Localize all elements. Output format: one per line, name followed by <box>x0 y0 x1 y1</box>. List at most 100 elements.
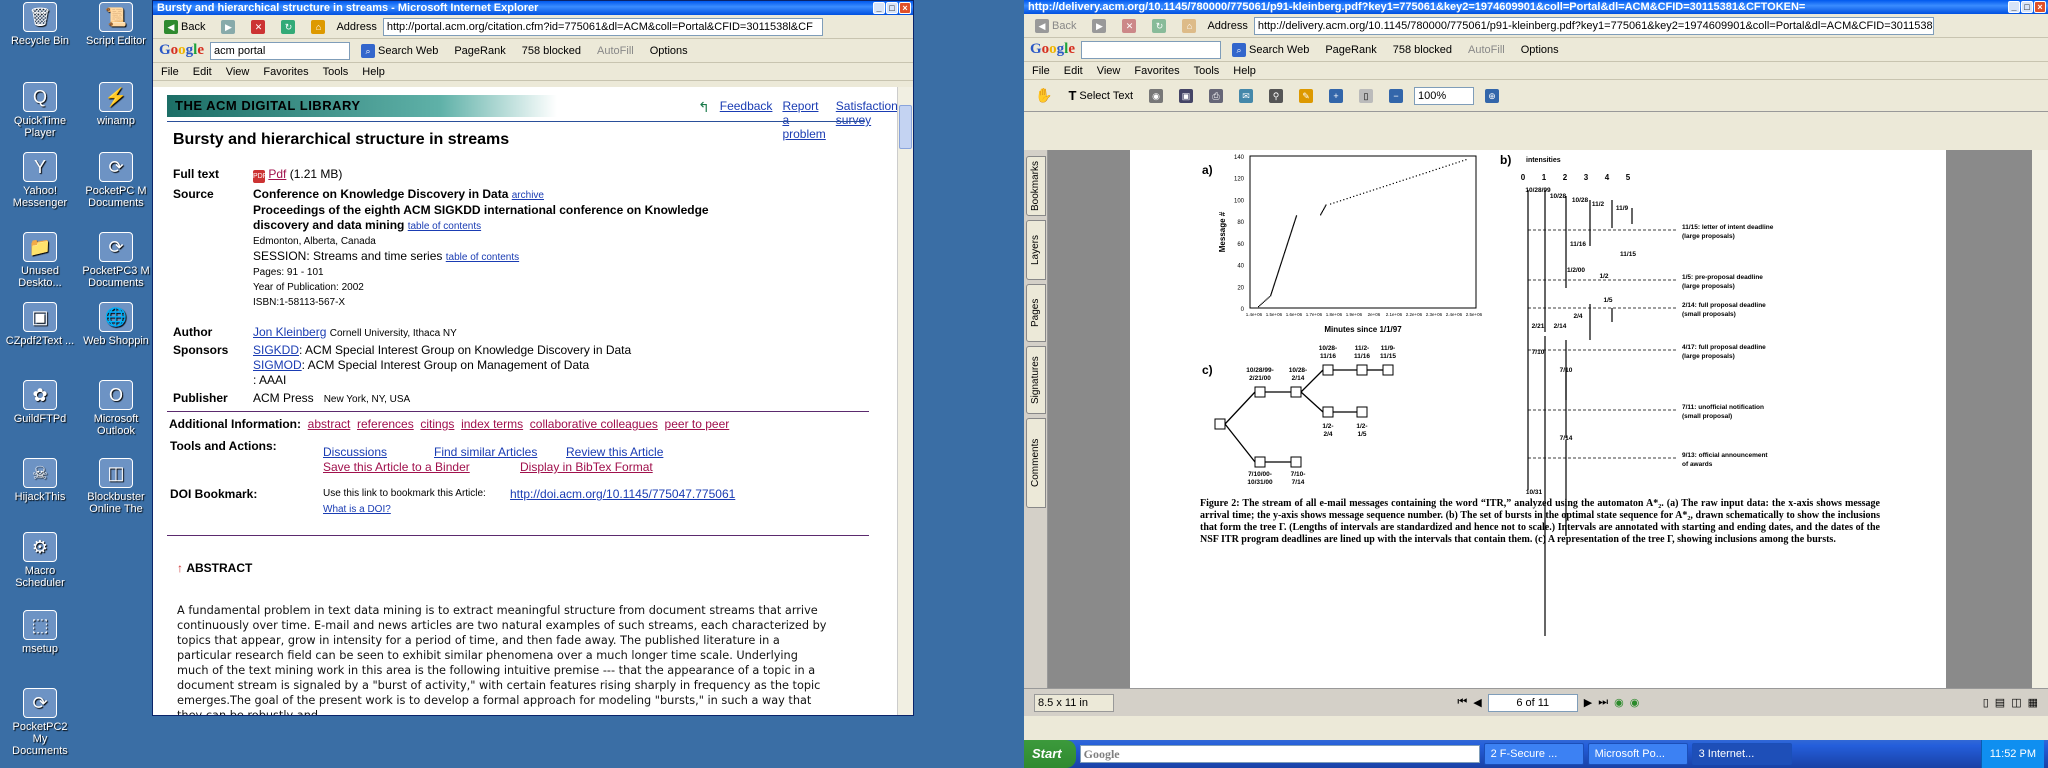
desktop-icon[interactable]: 📁 Unused Deskto... <box>4 232 76 289</box>
next-page-button[interactable]: ▶ <box>1584 696 1592 709</box>
select-text-button[interactable]: T Select Text <box>1063 86 1138 105</box>
desktop-icon[interactable]: 🗑 Recycle Bin <box>4 2 76 47</box>
feedback-link[interactable]: Feedback <box>720 99 773 141</box>
maximize-button[interactable]: □ <box>886 2 898 14</box>
first-page-button[interactable]: ⏮ <box>1457 696 1467 709</box>
tab-comments[interactable]: Comments <box>1026 418 1046 508</box>
pdf-autofill-button[interactable]: AutoFill <box>1463 42 1510 58</box>
task-fsecure[interactable]: 2 F-Secure ... <box>1483 743 1584 765</box>
desktop-icon[interactable]: 📜 Script Editor <box>80 2 152 47</box>
pdf-close-button[interactable]: × <box>2034 1 2046 13</box>
last-page-button[interactable]: ⏭ <box>1598 696 1608 709</box>
satisfaction-survey-link[interactable]: Satisfaction survey <box>836 99 897 141</box>
toc-link-1[interactable]: table of contents <box>408 221 481 232</box>
start-button[interactable]: Start <box>1024 740 1076 768</box>
google-search-input[interactable]: acm portal <box>210 41 351 60</box>
abstract-link[interactable]: abstract <box>308 417 351 431</box>
review-article-link[interactable]: Review this Article <box>566 445 663 459</box>
actual-size-button[interactable]: ▯ <box>1354 87 1378 105</box>
go-forward-view-button[interactable]: ◉ <box>1630 696 1640 709</box>
pdf-google-search-input[interactable] <box>1081 40 1222 59</box>
pdf-link[interactable]: Pdf <box>268 167 286 181</box>
desktop-icon[interactable]: Y Yahoo! Messenger <box>4 152 76 209</box>
pdf-search-web-button[interactable]: ⌕ Search Web <box>1227 41 1314 59</box>
autofill-button[interactable]: AutoFill <box>592 43 639 59</box>
menu-edit[interactable]: Edit <box>193 66 212 78</box>
desktop-icon[interactable]: ◫ Blockbuster Online The <box>80 458 152 515</box>
toc-link-2[interactable]: table of contents <box>446 252 519 263</box>
search-web-button[interactable]: ⌕ Search Web <box>356 42 443 60</box>
pdf-popup-blocker[interactable]: 758 blocked <box>1388 42 1457 58</box>
email-button[interactable]: ✉ <box>1234 87 1258 105</box>
page-scrollbar[interactable] <box>897 87 913 715</box>
desktop-icon[interactable]: ⬚ msetup <box>4 610 76 655</box>
doi-url-link[interactable]: http://doi.acm.org/10.1145/775047.775061 <box>510 487 735 501</box>
up-arrow-icon[interactable]: ↑ <box>177 561 183 575</box>
what-is-doi-link[interactable]: What is a DOI? <box>323 504 391 515</box>
sigkdd-link[interactable]: SIGKDD <box>253 343 299 357</box>
zoom-level-select[interactable]: 100% <box>1414 86 1474 105</box>
continuous-button[interactable]: ▤ <box>1995 696 2005 709</box>
single-page-button[interactable]: ▯ <box>1983 696 1989 709</box>
search-pdf-button[interactable]: ⚲ <box>1264 87 1288 105</box>
refresh-button[interactable]: ↻ <box>276 18 300 36</box>
menu-help[interactable]: Help <box>1233 65 1256 77</box>
close-button[interactable]: × <box>899 2 911 14</box>
desktop-icon[interactable]: ⟳ PocketPC M Documents <box>80 152 152 209</box>
pdf-forward-button[interactable]: ▶ <box>1087 17 1111 35</box>
home-button[interactable]: ⌂ <box>306 18 330 36</box>
menu-help[interactable]: Help <box>362 66 385 78</box>
menu-edit[interactable]: Edit <box>1064 65 1083 77</box>
options-button[interactable]: Options <box>645 43 693 59</box>
collab-colleagues-link[interactable]: collaborative colleagues <box>530 417 658 431</box>
hand-tool-button[interactable]: ✋ <box>1030 85 1057 106</box>
tab-bookmarks[interactable]: Bookmarks <box>1026 156 1046 216</box>
desktop-icon[interactable]: ⚡ winamp <box>80 82 152 127</box>
tab-pages[interactable]: Pages <box>1026 284 1046 342</box>
back-button[interactable]: ◀ Back <box>159 18 210 36</box>
desktop-icon[interactable]: ⟳ PocketPC2 My Documents <box>4 688 76 757</box>
pdf-refresh-button[interactable]: ↻ <box>1147 17 1171 35</box>
report-problem-link[interactable]: Report a problem <box>782 99 825 141</box>
address-input[interactable]: http://portal.acm.org/citation.cfm?id=77… <box>382 17 823 36</box>
menu-favorites[interactable]: Favorites <box>1134 65 1179 77</box>
pdf-minimize-button[interactable]: _ <box>2008 1 2020 13</box>
go-back-view-button[interactable]: ◉ <box>1614 696 1624 709</box>
references-link[interactable]: references <box>357 417 414 431</box>
save-binder-link[interactable]: Save this Article to a Binder <box>323 460 470 474</box>
menu-file[interactable]: File <box>161 66 179 78</box>
desktop-icon[interactable]: Q QuickTime Player <box>4 82 76 139</box>
pdf-stop-button[interactable]: ✕ <box>1117 17 1141 35</box>
facing-button[interactable]: ◫ <box>2011 696 2021 709</box>
desktop-icon[interactable]: 🌐 Web Shoppin <box>80 302 152 347</box>
scroll-thumb[interactable] <box>899 105 912 149</box>
archive-link[interactable]: archive <box>512 190 544 201</box>
forward-button[interactable]: ▶ <box>216 18 240 36</box>
pdf-maximize-button[interactable]: □ <box>2021 1 2033 13</box>
bibtex-link[interactable]: Display in BibTex Format <box>520 460 653 474</box>
desktop-icon[interactable]: ▣ CZpdf2Text ... <box>4 302 76 347</box>
peer-to-peer-link[interactable]: peer to peer <box>665 417 730 431</box>
page-number-field[interactable]: 6 of 11 <box>1487 693 1578 712</box>
continuous-facing-button[interactable]: ▦ <box>2028 696 2038 709</box>
pdf-address-input[interactable]: http://delivery.acm.org/10.1145/780000/7… <box>1253 16 1934 35</box>
zoom-out-button[interactable]: − <box>1384 87 1408 105</box>
taskbar-google-bar[interactable]: Google <box>1079 745 1480 763</box>
pdf-home-button[interactable]: ⌂ <box>1177 17 1201 35</box>
popup-blocker[interactable]: 758 blocked <box>517 43 586 59</box>
minimize-button[interactable]: _ <box>873 2 885 14</box>
prev-page-button[interactable]: ◀ <box>1473 696 1481 709</box>
highlight-button[interactable]: ✎ <box>1294 87 1318 105</box>
index-terms-link[interactable]: index terms <box>461 417 523 431</box>
menu-view[interactable]: View <box>1097 65 1121 77</box>
menu-favorites[interactable]: Favorites <box>263 66 308 78</box>
stop-button[interactable]: ✕ <box>246 18 270 36</box>
print-button[interactable]: ⎙ <box>1204 87 1228 105</box>
tab-layers[interactable]: Layers <box>1026 220 1046 280</box>
snapshot-button[interactable]: ◉ <box>1144 87 1168 105</box>
menu-view[interactable]: View <box>226 66 250 78</box>
desktop-icon[interactable]: ⚙ Macro Scheduler <box>4 532 76 589</box>
pdf-back-button[interactable]: ◀ Back <box>1030 17 1081 35</box>
desktop-icon[interactable]: ⟳ PocketPC3 M Documents <box>80 232 152 289</box>
discussions-link[interactable]: Discussions <box>323 445 387 459</box>
